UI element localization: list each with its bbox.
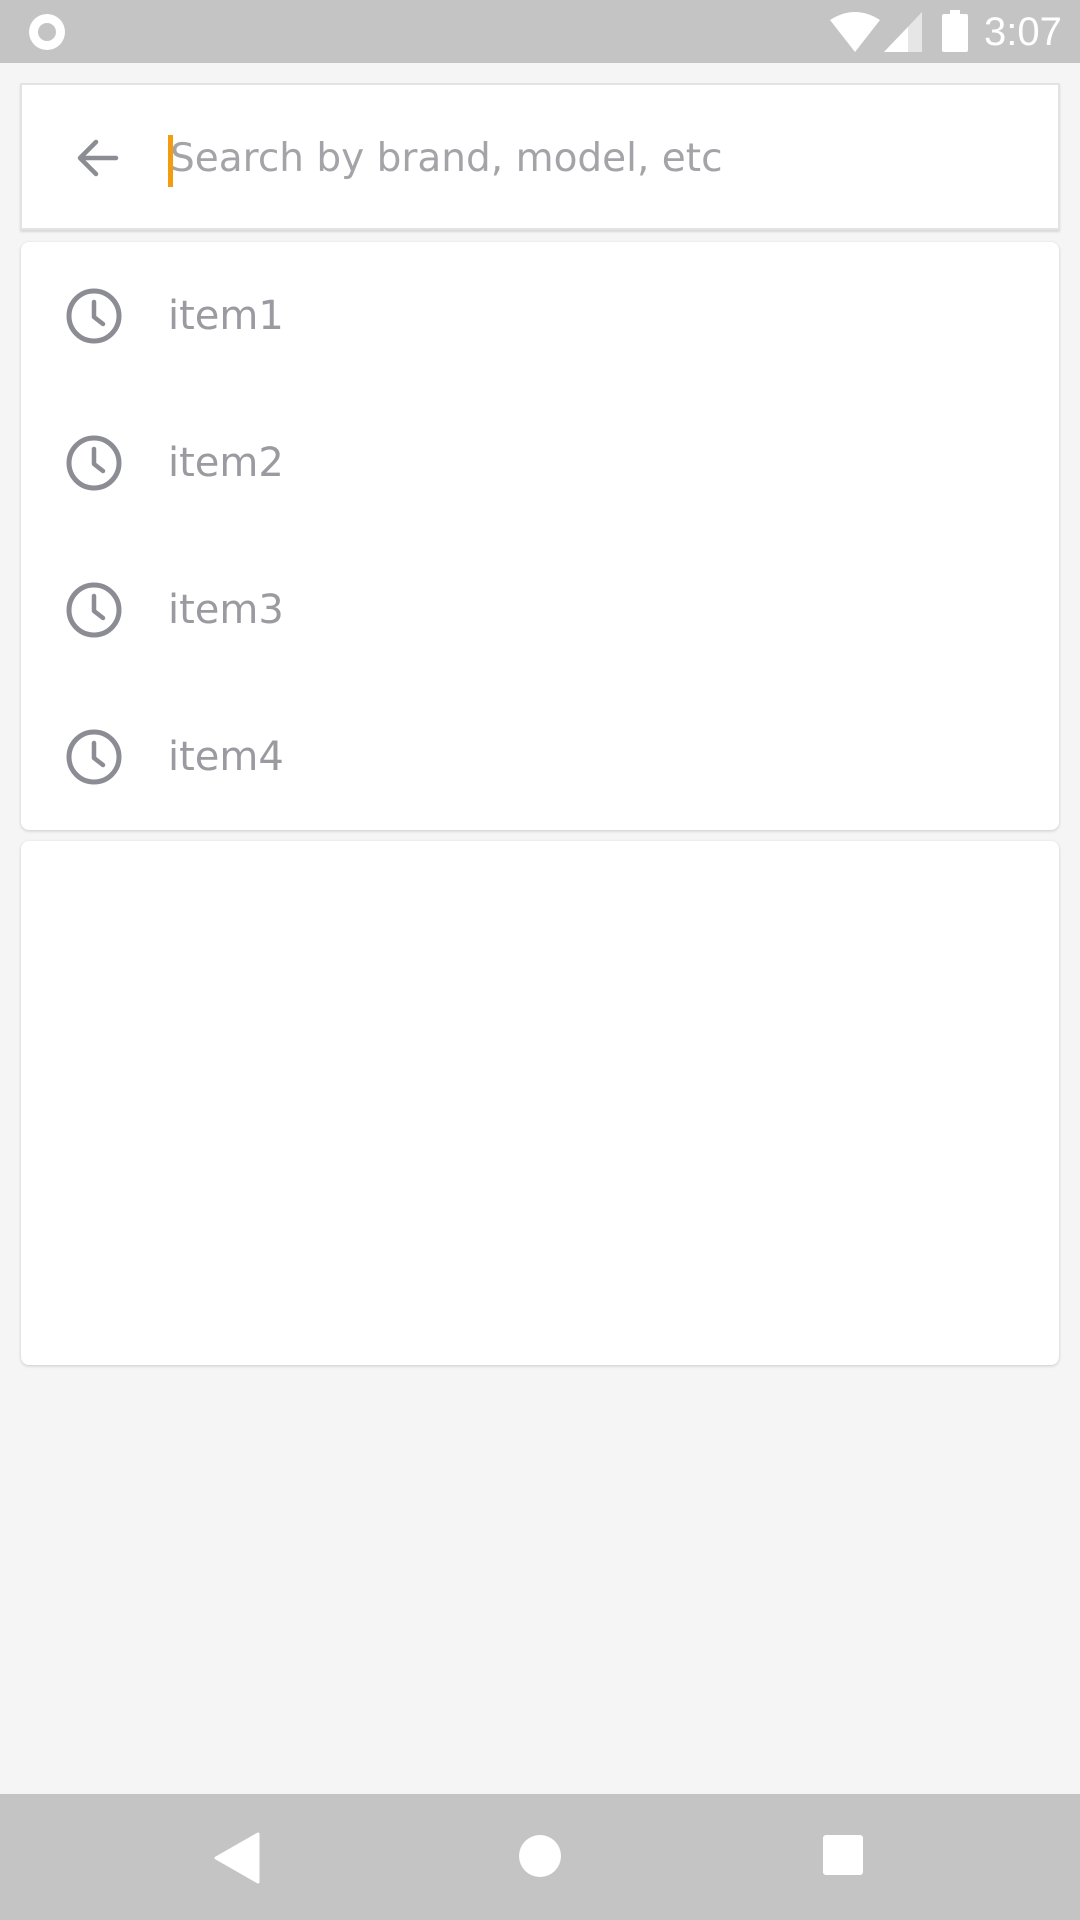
list-item[interactable]: item3 <box>21 536 1059 683</box>
history-item-label: item1 <box>168 293 284 339</box>
record-indicator-icon <box>29 14 65 50</box>
history-item-label: item4 <box>168 734 284 780</box>
list-item[interactable]: item1 <box>21 242 1059 389</box>
back-triangle-icon[interactable] <box>214 1832 260 1884</box>
history-item-label: item2 <box>168 440 284 486</box>
text-caret <box>168 135 173 187</box>
clock-icon <box>66 435 122 491</box>
battery-icon <box>942 10 968 52</box>
list-item[interactable]: item4 <box>21 683 1059 830</box>
wifi-icon <box>830 12 880 52</box>
search-field-container <box>148 113 1030 203</box>
history-item-label: item3 <box>168 587 284 633</box>
arrow-left-icon[interactable] <box>72 133 122 183</box>
home-circle-icon[interactable] <box>517 1833 563 1879</box>
results-panel <box>21 841 1059 1365</box>
cell-signal-icon <box>884 12 922 52</box>
search-bar <box>20 83 1060 230</box>
status-bar: 3:07 <box>0 0 1080 63</box>
clock-icon <box>66 288 122 344</box>
search-input[interactable] <box>168 113 1030 203</box>
search-history-list: item1 item2 item3 item4 <box>21 242 1059 830</box>
list-item[interactable]: item2 <box>21 389 1059 536</box>
navigation-bar <box>0 1794 1080 1920</box>
clock-icon <box>66 729 122 785</box>
recents-square-icon[interactable] <box>822 1834 864 1876</box>
clock-icon <box>66 582 122 638</box>
status-time: 3:07 <box>984 10 1062 54</box>
